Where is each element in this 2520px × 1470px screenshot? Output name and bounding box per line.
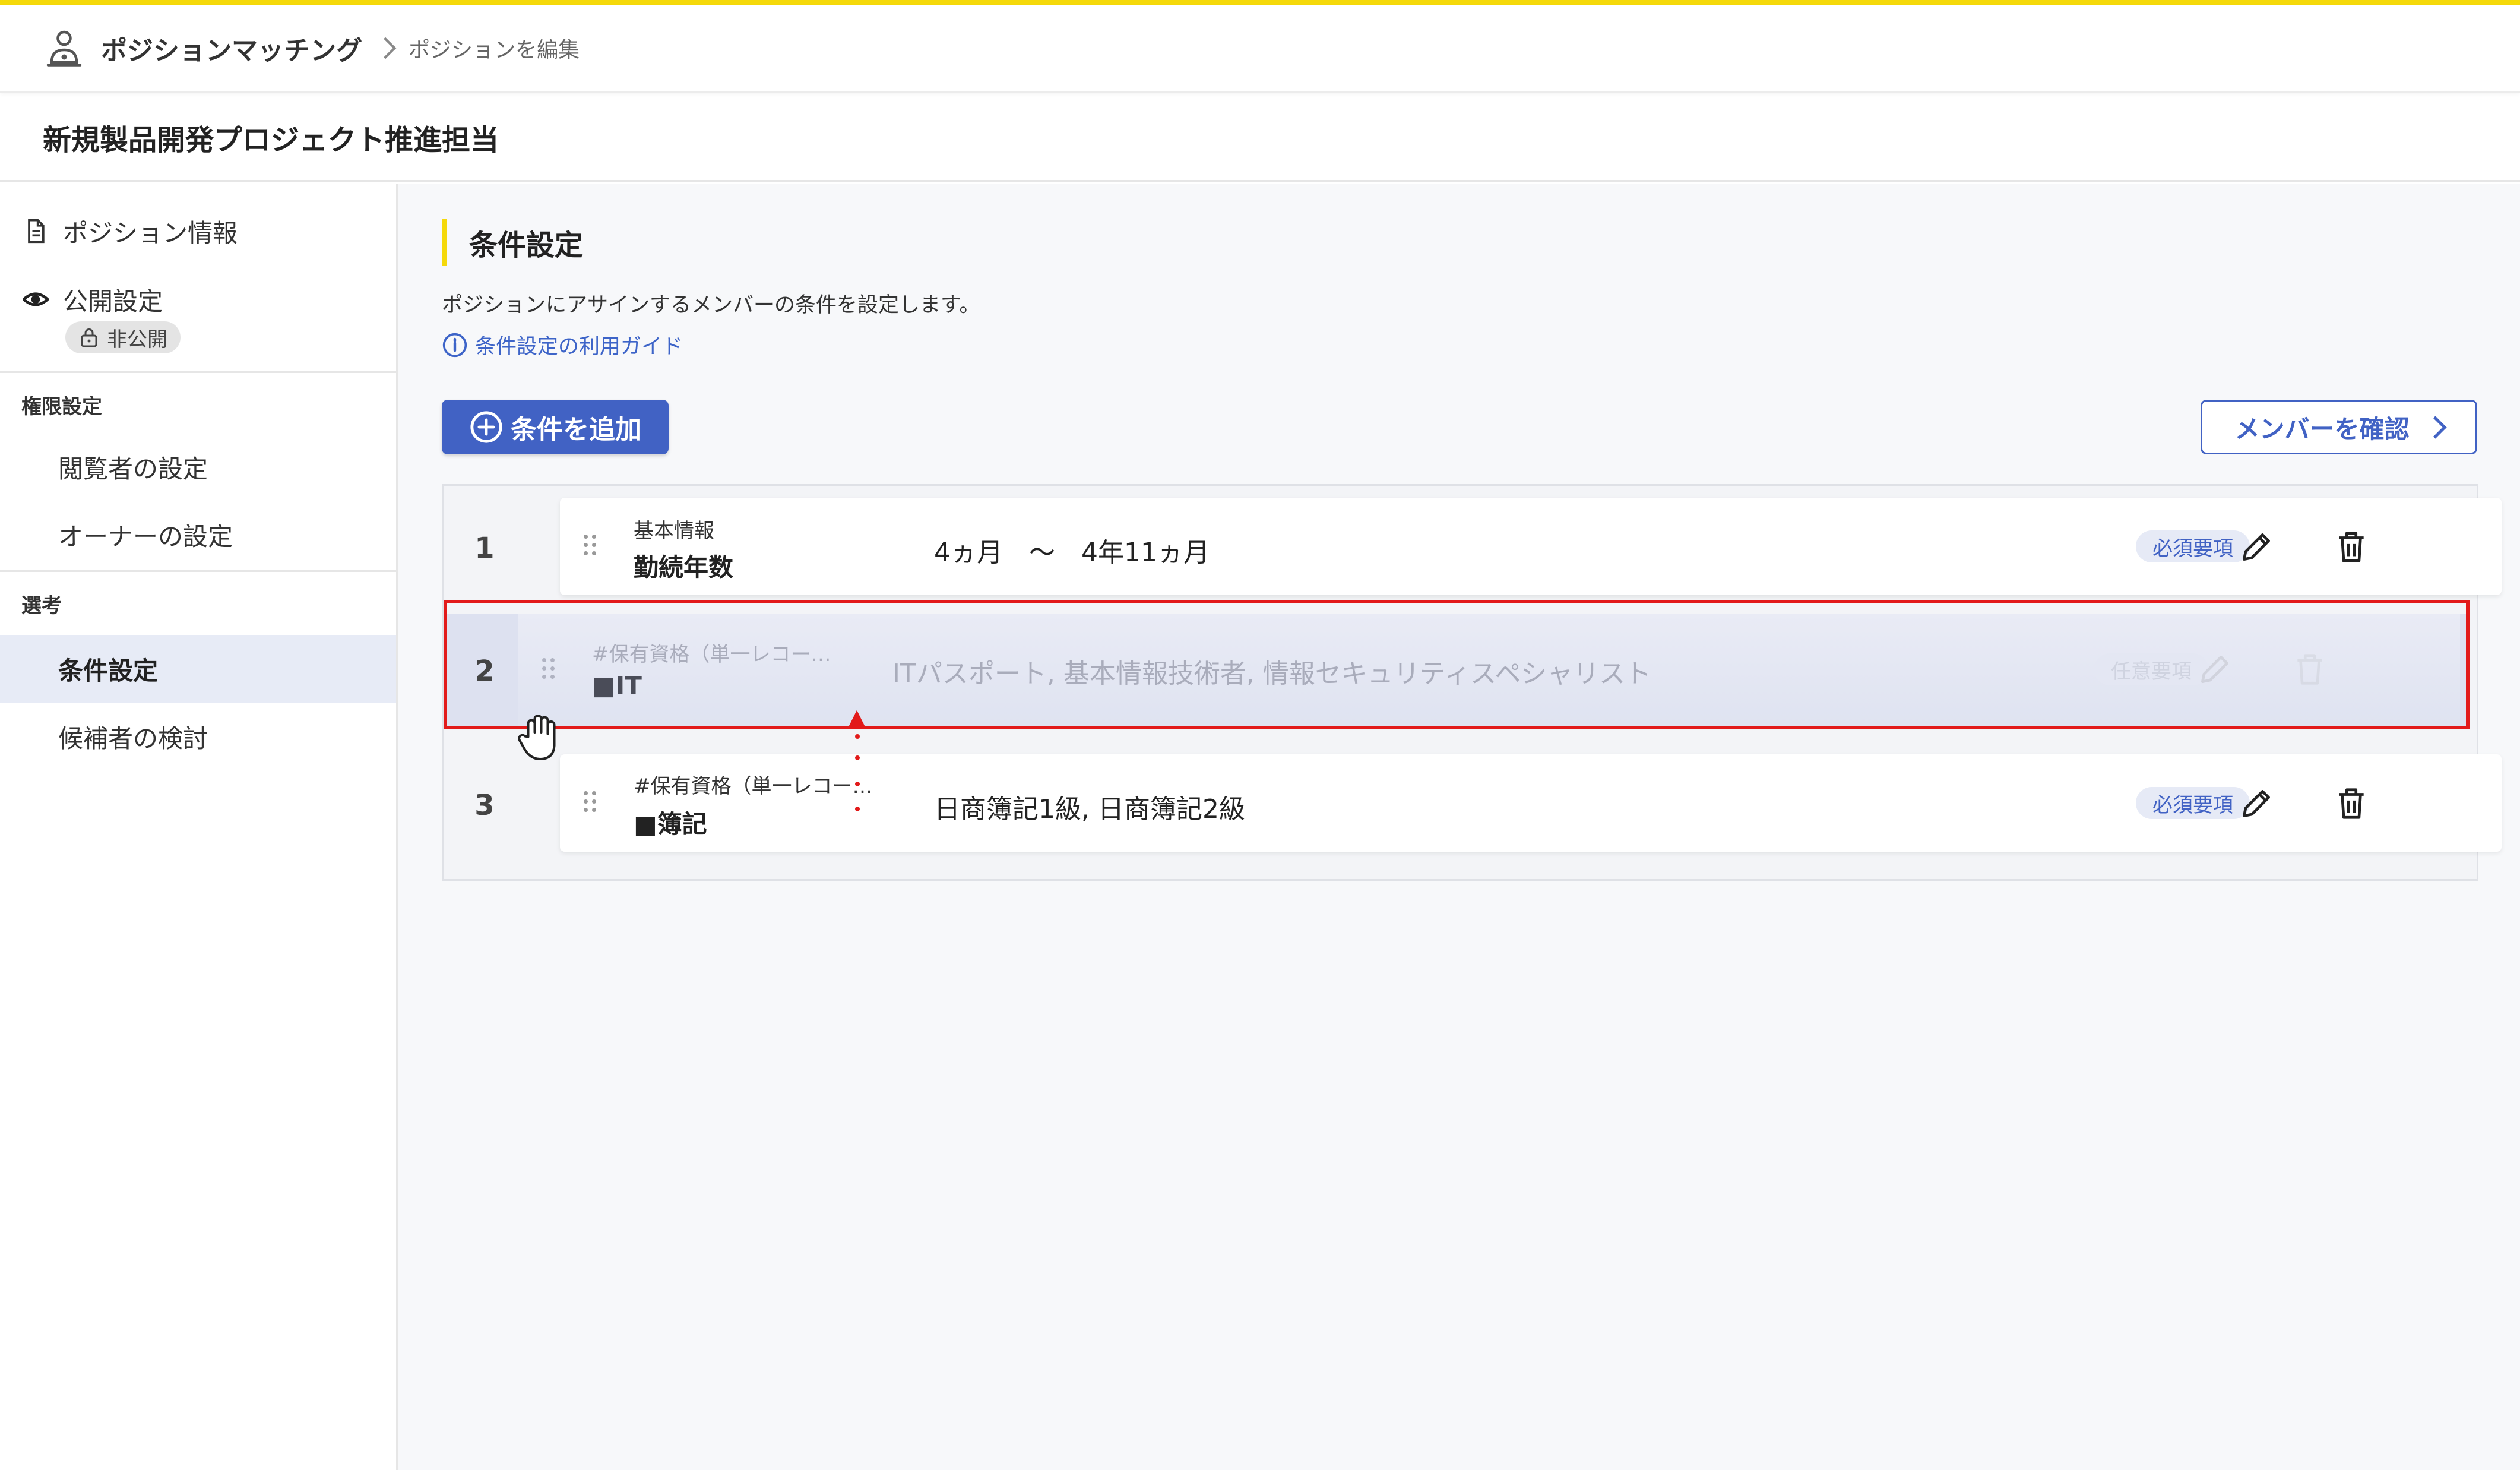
requirement-badge: 必須要項 [2136,530,2250,562]
condition-category: 基本情報 [634,519,714,543]
drag-handle-icon[interactable] [584,535,598,558]
drag-path-dot [855,734,860,739]
drag-path-dot [855,807,860,811]
drag-direction-arrow-icon [847,710,866,729]
condition-row[interactable]: #保有資格（単一レコー… ■簿記 日商簿記1級, 日商簿記2級 必須要項 [560,754,2502,852]
chevron-right-icon [2423,415,2447,439]
check-members-label: メンバーを確認 [2234,414,2410,444]
app-name-link[interactable]: ポジションマッチング [101,29,362,67]
app-header: ポジションマッチング ポジションを編集 [0,5,2520,93]
app-logo-icon [46,30,82,67]
condition-value: 日商簿記1級, 日商簿記2級 [934,794,1245,824]
sidebar-item-owner-settings[interactable]: オーナーの設定 [0,501,396,568]
brand-top-line [0,0,2520,5]
sidebar: ポジション情報 公開設定 非公開 権限設定 閲覧者の設定 オーナーの設定 選考 … [0,184,398,1470]
condition-name: ■簿記 [634,810,707,839]
info-icon [442,333,467,357]
add-condition-button[interactable]: 条件を追加 [442,400,669,454]
lock-icon [81,328,97,347]
sidebar-divider [0,371,396,373]
page-title: 新規製品開発プロジェクト推進担当 [43,123,499,157]
sidebar-item-label: 公開設定 [63,286,163,316]
private-badge-label: 非公開 [107,327,167,352]
guide-link-label: 条件設定の利用ガイド [475,335,683,359]
row-number: 1 [474,532,495,565]
trash-icon[interactable] [2333,529,2370,565]
sidebar-item-publish-settings[interactable]: 公開設定 [0,270,396,329]
edit-pencil-icon[interactable] [2238,785,2275,822]
eye-icon [23,292,49,306]
add-condition-label: 条件を追加 [511,415,641,445]
sidebar-item-condition-settings[interactable]: 条件設定 [0,635,396,703]
section-description: ポジションにアサインするメンバーの条件を設定します。 [442,293,980,317]
drag-highlight-frame [444,600,2470,729]
trash-icon[interactable] [2333,785,2370,822]
drag-handle-icon[interactable] [584,791,598,815]
row-number: 3 [474,789,495,822]
condition-row[interactable]: 基本情報 勤続年数 4ヵ月 ～ 4年11ヵ月 必須要項 [560,498,2502,595]
sidebar-section-permissions: 権限設定 [21,395,102,419]
section-title: 条件設定 [469,229,584,262]
drag-path-dot [855,782,860,786]
section-heading: 条件設定 [442,219,583,266]
sidebar-item-candidate-review[interactable]: 候補者の検討 [0,703,396,770]
breadcrumb-current: ポジションを編集 [409,38,580,62]
condition-value: 4ヵ月 ～ 4年11ヵ月 [934,538,1210,568]
sidebar-section-selection: 選考 [21,594,62,618]
sidebar-item-viewer-settings[interactable]: 閲覧者の設定 [0,433,396,501]
drag-path-dot [855,755,860,760]
requirement-badge: 必須要項 [2136,787,2250,819]
title-bar: 新規製品開発プロジェクト推進担当 [0,94,2520,182]
plus-circle-icon [470,411,502,443]
condition-name: 勤続年数 [634,553,734,582]
breadcrumb-chevron-icon [374,37,397,59]
section-accent-bar [442,219,447,266]
usage-guide-link[interactable]: 条件設定の利用ガイド [442,330,683,360]
condition-category: #保有資格（単一レコー… [634,774,873,798]
main-content: 条件設定 ポジションにアサインするメンバーの条件を設定します。 条件設定の利用ガ… [398,184,2520,1470]
sidebar-item-label: ポジション情報 [63,218,238,248]
check-members-button[interactable]: メンバーを確認 [2201,400,2477,454]
document-icon [28,219,45,244]
sidebar-item-position-info[interactable]: ポジション情報 [0,201,396,261]
private-status-badge: 非公開 [65,321,181,353]
sidebar-divider [0,570,396,572]
edit-pencil-icon[interactable] [2238,529,2275,565]
grab-hand-cursor-icon [518,715,556,760]
